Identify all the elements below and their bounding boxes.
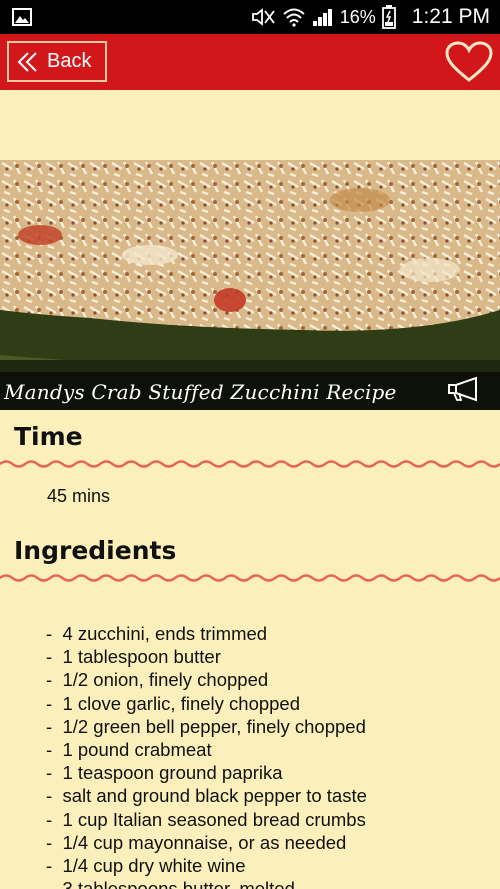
list-item: 1/4 cup dry white wine xyxy=(46,854,367,877)
ingredients-heading: Ingredients xyxy=(14,536,177,565)
signal-icon xyxy=(312,9,332,26)
back-label: Back xyxy=(47,50,92,72)
list-item: 1 cup Italian seasoned bread crumbs xyxy=(46,808,367,831)
megaphone-icon[interactable] xyxy=(446,376,482,402)
recipe-title: Mandys Crab Stuffed Zucchini Recipe xyxy=(4,380,397,404)
list-item: 1/4 cup mayonnaise, or as needed xyxy=(46,831,367,854)
recipe-image[interactable]: Mandys Crab Stuffed Zucchini Recipe xyxy=(0,160,500,410)
gallery-icon xyxy=(12,8,32,26)
double-chevron-left-icon xyxy=(17,51,37,72)
section-divider xyxy=(0,460,500,468)
list-item: 1/2 onion, finely chopped xyxy=(46,668,367,691)
battery-icon xyxy=(381,5,396,29)
wifi-icon xyxy=(283,8,305,27)
status-bar: 16% 1:21 PM xyxy=(0,0,500,34)
list-item: 1 teaspoon ground paprika xyxy=(46,761,367,784)
time-heading: Time xyxy=(14,422,83,451)
list-item: 1/2 green bell pepper, finely chopped xyxy=(46,715,367,738)
time-value: 45 mins xyxy=(47,486,111,506)
list-item: salt and ground black pepper to taste xyxy=(46,784,366,807)
battery-percent: 16% xyxy=(339,6,376,27)
list-item: 4 zucchini, ends trimmed xyxy=(46,622,367,645)
app-header: Back xyxy=(0,34,500,90)
back-button[interactable]: Back xyxy=(7,41,107,82)
list-item: 1 clove garlic, finely chopped xyxy=(46,692,367,715)
mute-icon xyxy=(251,8,275,26)
status-clock: 1:21 PM xyxy=(411,5,490,28)
list-item: 3 tablespoons butter, melted xyxy=(46,877,367,889)
heart-icon[interactable] xyxy=(444,40,494,84)
ingredients-list: 4 zucchini, ends trimmed 1 tablespoon bu… xyxy=(46,622,367,889)
section-divider xyxy=(0,574,500,582)
list-item: 1 pound crabmeat xyxy=(46,738,367,761)
list-item: 1 tablespoon butter xyxy=(46,645,367,668)
